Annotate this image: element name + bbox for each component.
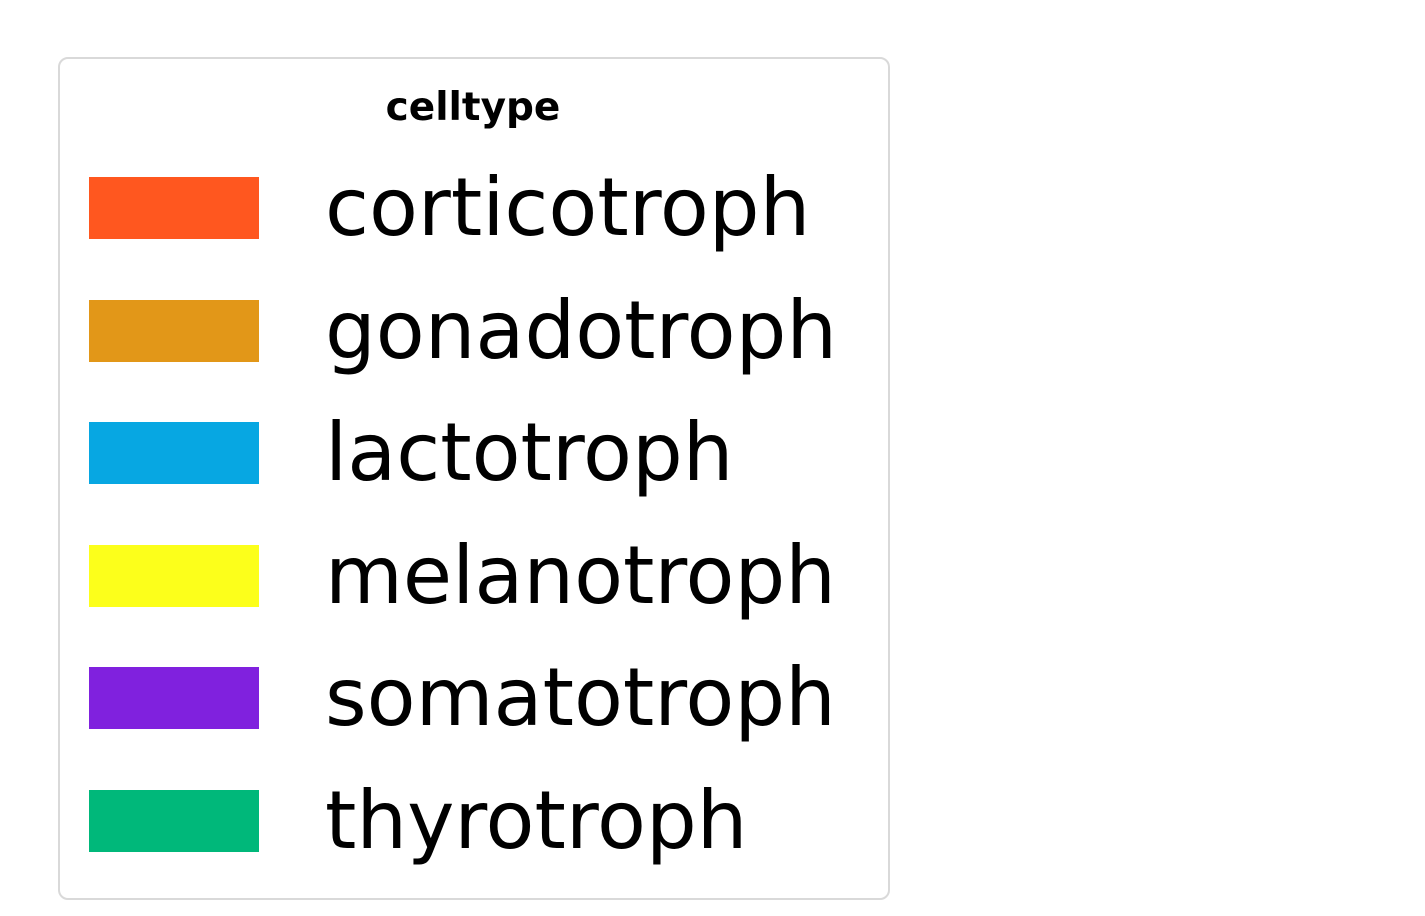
legend-label: thyrotroph: [325, 774, 748, 867]
legend-label: melanotroph: [325, 528, 836, 622]
legend-swatch: [89, 790, 259, 852]
legend-swatch: [89, 544, 259, 607]
legend-swatch: [89, 299, 259, 362]
legend-label: lactotroph: [325, 406, 734, 500]
legend-label: corticotroph: [325, 161, 811, 254]
legend-swatch: [89, 422, 259, 485]
legend-label: somatotroph: [325, 651, 836, 745]
legend-swatch: [89, 177, 259, 239]
legend-swatch: [89, 667, 259, 730]
legend-label: gonadotroph: [325, 283, 838, 377]
legend-title: celltype: [385, 85, 561, 130]
